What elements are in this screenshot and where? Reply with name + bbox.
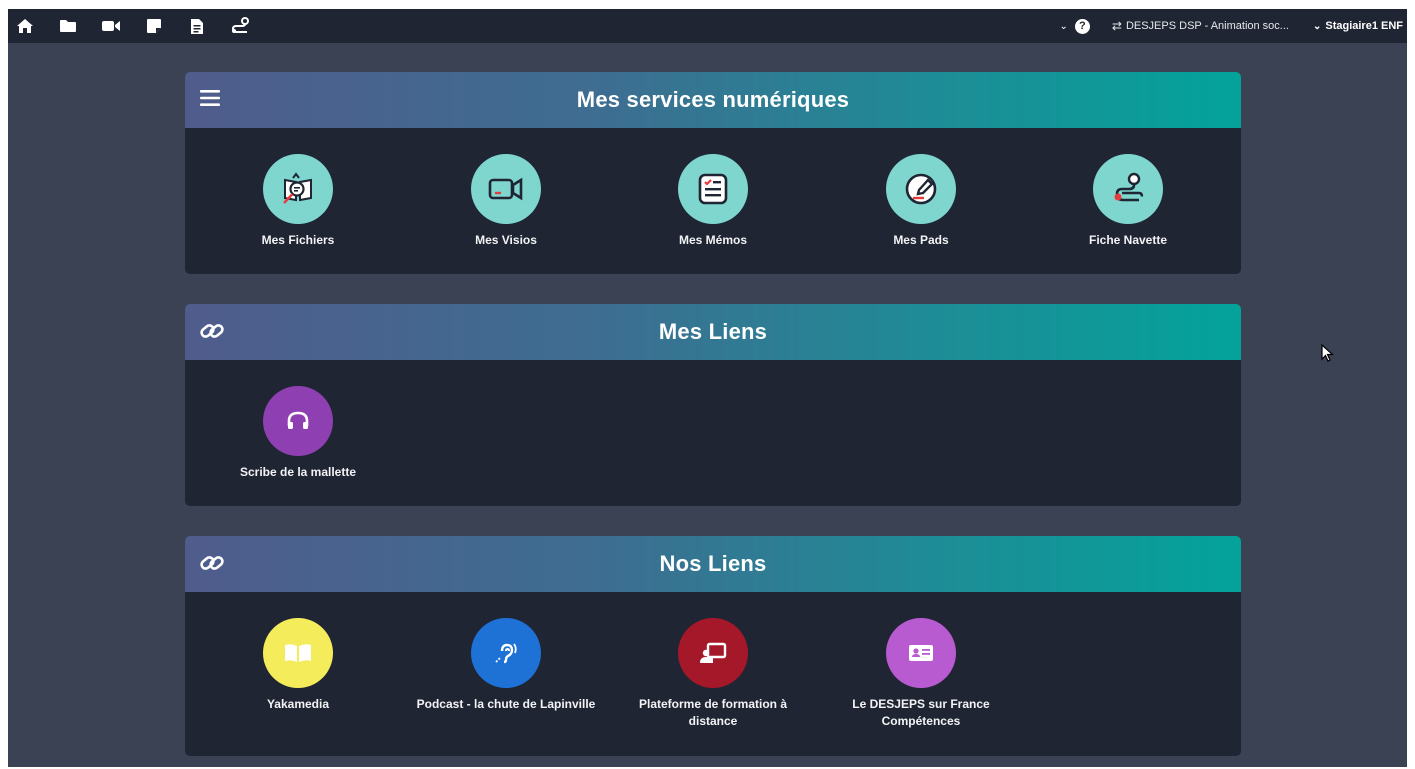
top-nav — [14, 15, 272, 37]
tile-label: Scribe de la mallette — [239, 465, 357, 479]
tile-mes-memos[interactable]: Mes Mémos — [618, 154, 808, 249]
link-icon — [199, 320, 225, 344]
tile-label: Le DESJEPS sur France Compétences — [852, 697, 990, 728]
tile-plateforme[interactable]: Plateforme de formation à distance — [618, 618, 808, 730]
tile-mes-fichiers[interactable]: Mes Fichiers — [203, 154, 393, 249]
app-frame: ⌄ ? ⇄ DESJEPS DSP - Animation soc... ⌄ S… — [8, 9, 1407, 767]
our-links-panel-header: Nos Liens — [185, 536, 1241, 592]
document-icon[interactable] — [186, 15, 208, 37]
link-icon — [199, 552, 225, 576]
video-camera-icon[interactable] — [100, 15, 122, 37]
hamburger-menu-icon[interactable] — [199, 88, 225, 112]
top-bar: ⌄ ? ⇄ DESJEPS DSP - Animation soc... ⌄ S… — [8, 9, 1407, 43]
teacher-board-icon — [678, 618, 748, 688]
services-panel-header: Mes services numériques — [185, 72, 1241, 128]
panel-title: Mes Liens — [658, 319, 768, 344]
tile-label: Mes Mémos — [678, 233, 748, 247]
user-name: Stagiaire1 ENF — [1325, 20, 1403, 32]
tile-mes-pads[interactable]: Mes Pads — [826, 154, 1016, 249]
panel-title: Nos Liens — [659, 551, 767, 576]
tile-label: Yakamedia — [266, 697, 330, 711]
tile-yakamedia[interactable]: Yakamedia — [203, 618, 393, 713]
route-icon[interactable] — [229, 15, 251, 37]
chevron-down-icon: ⌄ — [1312, 20, 1322, 32]
id-card-icon — [886, 618, 956, 688]
folder-icon[interactable] — [57, 15, 79, 37]
ear-icon — [471, 618, 541, 688]
user-menu[interactable]: ⌄ Stagiaire1 ENF — [1313, 20, 1403, 32]
our-links-panel: Nos Liens Yakamedia Podcast - la chute d… — [185, 536, 1241, 756]
tile-scribe[interactable]: Scribe de la mallette — [203, 386, 393, 481]
book-open-icon — [263, 618, 333, 688]
headphones-icon — [263, 386, 333, 456]
tile-label: Mes Fichiers — [261, 233, 335, 247]
tile-fiche-navette[interactable]: Fiche Navette — [1033, 154, 1223, 249]
my-links-panel-header: Mes Liens — [185, 304, 1241, 360]
memo-icon — [678, 154, 748, 224]
tile-podcast[interactable]: Podcast - la chute de Lapinville — [411, 618, 601, 713]
context-switcher[interactable]: ⇄ DESJEPS DSP - Animation soc... — [1112, 19, 1289, 33]
tile-label: Fiche Navette — [1088, 233, 1168, 247]
tile-label: Mes Pads — [893, 233, 949, 247]
route-icon — [1093, 154, 1163, 224]
home-icon[interactable] — [14, 15, 36, 37]
book-search-icon — [263, 154, 333, 224]
services-panel: Mes services numériques Mes Fichiers Mes… — [185, 72, 1241, 274]
sticky-note-icon[interactable] — [143, 15, 165, 37]
panel-title: Mes services numériques — [576, 87, 850, 112]
tile-france-competences[interactable]: Le DESJEPS sur France Compétences — [826, 618, 1016, 730]
pad-icon — [886, 154, 956, 224]
chevron-down-icon: ⌄ — [1059, 20, 1068, 32]
tile-label: Plateforme de formation à distance — [638, 697, 788, 728]
tile-label: Mes Visios — [475, 233, 537, 247]
mouse-cursor-icon — [1321, 343, 1335, 367]
video-icon — [471, 154, 541, 224]
top-right-area: ⌄ ? ⇄ DESJEPS DSP - Animation soc... ⌄ S… — [1059, 18, 1407, 34]
help-icon: ? — [1074, 18, 1090, 34]
context-label: DESJEPS DSP - Animation soc... — [1125, 20, 1289, 32]
help-menu[interactable]: ⌄ ? — [1059, 18, 1090, 34]
sync-icon: ⇄ — [1111, 19, 1122, 33]
tile-label: Podcast - la chute de Lapinville — [416, 697, 596, 711]
tile-mes-visios[interactable]: Mes Visios — [411, 154, 601, 249]
my-links-panel: Mes Liens Scribe de la mallette — [185, 304, 1241, 506]
